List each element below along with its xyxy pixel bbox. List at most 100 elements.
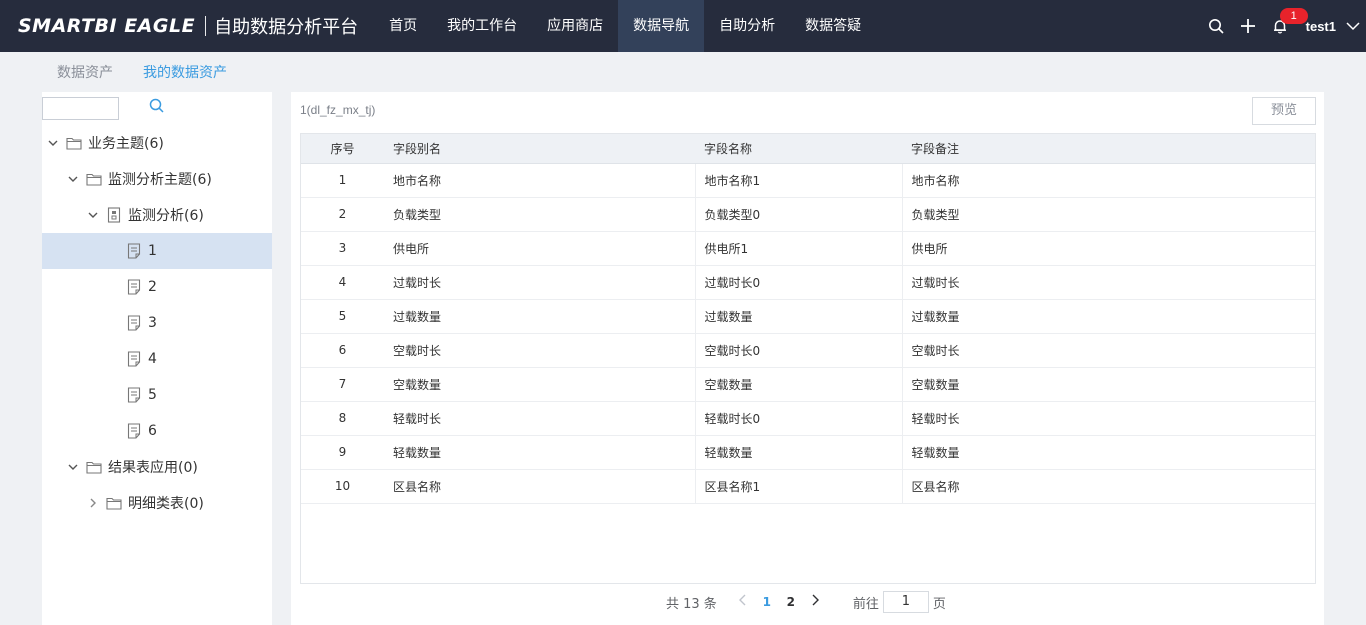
chevron-right-icon[interactable]: [86, 496, 100, 510]
cell-field-remark: 空载数量: [902, 367, 1315, 402]
tree-search-input[interactable]: [42, 97, 119, 120]
cell-index: 1: [301, 163, 384, 198]
tree-node[interactable]: 6: [42, 413, 272, 449]
nav-my-workbench[interactable]: 我的工作台: [432, 0, 532, 52]
nav-app-store[interactable]: 应用商店: [532, 0, 618, 52]
tree-node-label: 6: [148, 423, 157, 439]
chevron-down-icon[interactable]: [1340, 0, 1366, 52]
table-row[interactable]: 4 过载时长 过载时长0 过载时长: [301, 265, 1315, 300]
report-icon: [126, 387, 142, 403]
cell-field-remark: 过载数量: [902, 299, 1315, 334]
main-nav: 首页 我的工作台 应用商店 数据导航 自助分析 数据答疑: [374, 0, 876, 52]
sub-tabs: 数据资产 我的数据资产: [42, 52, 242, 92]
total-count: 共 13 条: [666, 596, 717, 612]
cell-field-remark: 供电所: [902, 231, 1315, 266]
chevron-down-icon[interactable]: [66, 460, 80, 474]
chevron-down-icon[interactable]: [66, 172, 80, 186]
next-page-icon[interactable]: [803, 594, 827, 610]
table-row[interactable]: 3 供电所 供电所1 供电所: [301, 231, 1315, 266]
chevron-down-icon[interactable]: [86, 208, 100, 222]
cell-field-remark: 区县名称: [902, 469, 1315, 504]
nav-home[interactable]: 首页: [374, 0, 432, 52]
cell-field-alias: 空载时长: [384, 333, 696, 368]
preview-button[interactable]: 预览: [1252, 97, 1316, 125]
tree-node-label: 5: [148, 387, 157, 403]
tree-node[interactable]: 2: [42, 269, 272, 305]
cell-field-alias: 轻载时长: [384, 401, 696, 436]
cell-index: 3: [301, 231, 384, 266]
add-icon[interactable]: [1232, 0, 1264, 52]
nav-data-qa[interactable]: 数据答疑: [790, 0, 876, 52]
report-icon: [126, 423, 142, 439]
pagination: 共 13 条 1 2 前往 1 页: [666, 590, 946, 614]
tab-data-assets[interactable]: 数据资产: [42, 62, 128, 82]
cell-field-alias: 过载数量: [384, 299, 696, 334]
table-row[interactable]: 2 负载类型 负载类型0 负载类型: [301, 197, 1315, 232]
tree-node[interactable]: 4: [42, 341, 272, 377]
user-name[interactable]: test1: [1306, 19, 1336, 34]
cell-index: 6: [301, 333, 384, 368]
cell-field-name: 负载类型0: [695, 197, 903, 232]
goto-page-input[interactable]: 1: [882, 591, 929, 613]
cell-field-name: 区县名称1: [695, 469, 903, 504]
prev-page-icon[interactable]: [731, 594, 755, 610]
table-header-row: 序号 字段别名 字段名称 字段备注: [301, 134, 1315, 164]
tree-node[interactable]: 监测分析主题(6): [42, 161, 272, 197]
resource-tree-panel: 业务主题(6) 监测分析主题(6) 监测分析(6) 1 2 3 4 5 6 结果表应用(0) 明细类…: [42, 92, 272, 625]
table-row[interactable]: 1 地市名称 地市名称1 地市名称: [301, 163, 1315, 198]
report-icon: [126, 243, 142, 259]
tree-node[interactable]: 明细类表(0): [42, 485, 272, 521]
cell-index: 9: [301, 435, 384, 470]
tree-node[interactable]: 3: [42, 305, 272, 341]
tree-node-label: 3: [148, 315, 157, 331]
report-icon: [126, 279, 142, 295]
cell-field-name: 轻载时长0: [695, 401, 903, 436]
cell-field-name: 轻载数量: [695, 435, 903, 470]
cell-index: 2: [301, 197, 384, 232]
table-row[interactable]: 6 空载时长 空载时长0 空载时长: [301, 333, 1315, 368]
cell-field-alias: 负载类型: [384, 197, 696, 232]
table-row[interactable]: 5 过载数量 过载数量 过载数量: [301, 299, 1315, 334]
column-header-field-name[interactable]: 字段名称: [695, 134, 902, 164]
tab-my-data-assets[interactable]: 我的数据资产: [128, 62, 242, 82]
chevron-down-icon[interactable]: [46, 136, 60, 150]
tree-node[interactable]: 监测分析(6): [42, 197, 272, 233]
column-header-index[interactable]: 序号: [301, 134, 384, 164]
table-row[interactable]: 10 区县名称 区县名称1 区县名称: [301, 469, 1315, 504]
folder-icon: [86, 459, 102, 475]
tree-node-label: 4: [148, 351, 157, 367]
page-number[interactable]: 1: [755, 595, 779, 609]
dataset-title: 1(dl_fz_mx_tj): [300, 103, 376, 117]
table-row[interactable]: 8 轻载时长 轻载时长0 轻载时长: [301, 401, 1315, 436]
column-header-alias[interactable]: 字段别名: [384, 134, 695, 164]
resource-tree: 业务主题(6) 监测分析主题(6) 监测分析(6) 1 2 3 4 5 6 结果表应用(0) 明细类…: [42, 125, 272, 521]
tree-node[interactable]: 1: [42, 233, 272, 269]
nav-data-navigation[interactable]: 数据导航: [618, 0, 705, 52]
cell-field-remark: 轻载数量: [902, 435, 1315, 470]
cell-index: 8: [301, 401, 384, 436]
goto-label: 前往: [852, 596, 879, 612]
tree-node-label: 1: [148, 243, 157, 259]
search-icon[interactable]: [148, 97, 168, 117]
table-row[interactable]: 9 轻载数量 轻载数量 轻载数量: [301, 435, 1315, 470]
app-logo[interactable]: SMARTBI EAGLE 自助数据分析平台: [0, 0, 358, 52]
folder-icon: [66, 135, 82, 151]
logo-divider: [205, 16, 207, 36]
nav-self-service-analysis[interactable]: 自助分析: [704, 0, 790, 52]
page-unit-label: 页: [932, 596, 946, 612]
search-icon[interactable]: [1200, 0, 1232, 52]
tree-node[interactable]: 业务主题(6): [42, 125, 272, 161]
notification-bell-icon[interactable]: 1: [1264, 0, 1308, 52]
table-row[interactable]: 7 空载数量 空载数量 空载数量: [301, 367, 1315, 402]
tree-node[interactable]: 5: [42, 377, 272, 413]
column-header-remark[interactable]: 字段备注: [902, 134, 1315, 164]
cell-field-name: 供电所1: [695, 231, 903, 266]
tree-node[interactable]: 结果表应用(0): [42, 449, 272, 485]
page-number[interactable]: 2: [779, 595, 803, 609]
notification-badge: 1: [1279, 8, 1308, 24]
